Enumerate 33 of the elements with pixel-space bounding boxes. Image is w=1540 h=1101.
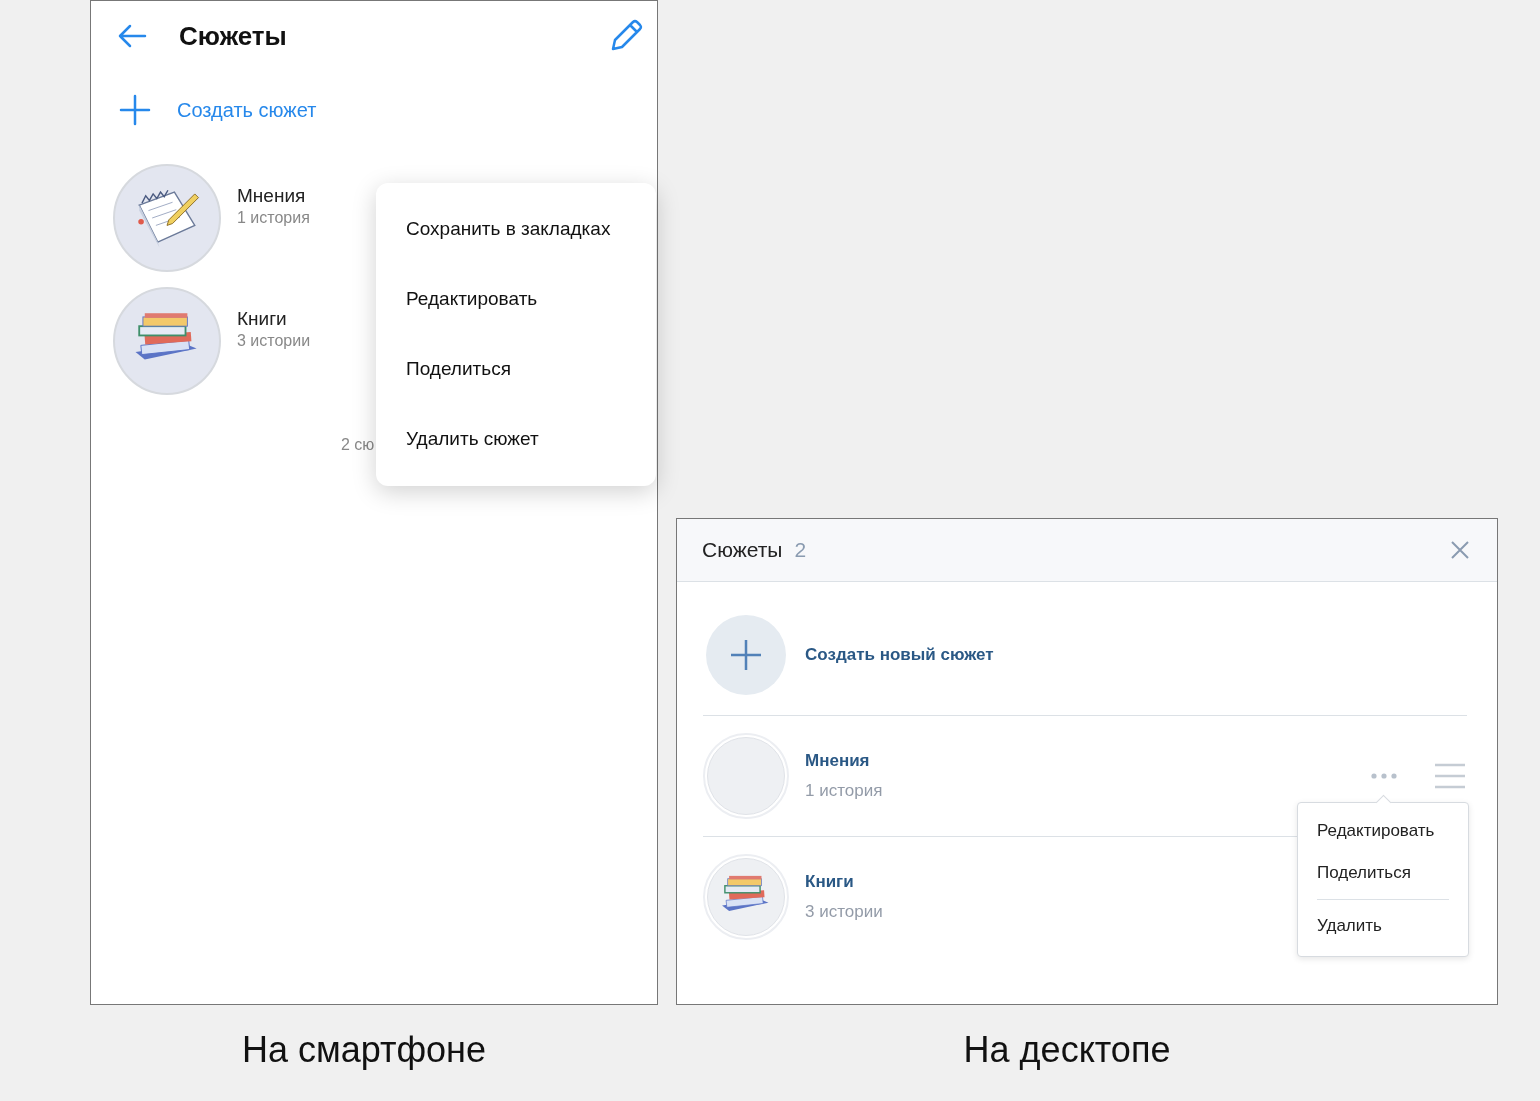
screen-title: Сюжеты [179, 20, 288, 52]
stories-total: 2 сю [341, 436, 375, 454]
close-icon[interactable] [1451, 541, 1469, 559]
menu-item[interactable]: Редактировать [376, 264, 656, 334]
notepad-drawing [138, 189, 199, 248]
story-count: 3 истории [805, 901, 883, 923]
more-icon[interactable] [1371, 773, 1397, 779]
story-count: 1 история [805, 780, 883, 802]
caption: На десктопе [962, 1028, 1172, 1071]
create-story-link[interactable]: Создать сюжет [177, 98, 317, 122]
caption: На смартфоне [240, 1028, 488, 1071]
drag-handle-icon[interactable] [1435, 763, 1465, 789]
plus-icon[interactable] [119, 94, 151, 126]
menu-item[interactable]: Поделиться [1298, 853, 1468, 895]
plus-icon [730, 639, 762, 671]
books-drawing [722, 875, 769, 912]
menu-item[interactable]: Удалить сюжет [376, 404, 656, 474]
story-name: Книги [237, 308, 287, 330]
books-drawing [135, 313, 197, 360]
story-name: Мнения [237, 185, 306, 207]
story-count: 3 истории [237, 332, 311, 350]
story-name[interactable]: Книги [805, 867, 854, 897]
pencil-icon[interactable] [609, 19, 643, 53]
story-total-count: 2 [794, 538, 808, 562]
menu-item[interactable]: Сохранить в закладках [376, 194, 656, 264]
menu-item[interactable]: Удалить [1298, 906, 1468, 948]
create-story-link[interactable]: Создать новый сюжет [805, 645, 994, 665]
menu-item[interactable]: Поделиться [376, 334, 656, 404]
story-count: 1 история [237, 209, 310, 227]
dialog-title: Сюжеты [702, 538, 783, 562]
back-arrow-icon[interactable] [117, 24, 147, 48]
story-name[interactable]: Мнения [805, 746, 870, 776]
menu-item[interactable]: Редактировать [1298, 811, 1468, 853]
